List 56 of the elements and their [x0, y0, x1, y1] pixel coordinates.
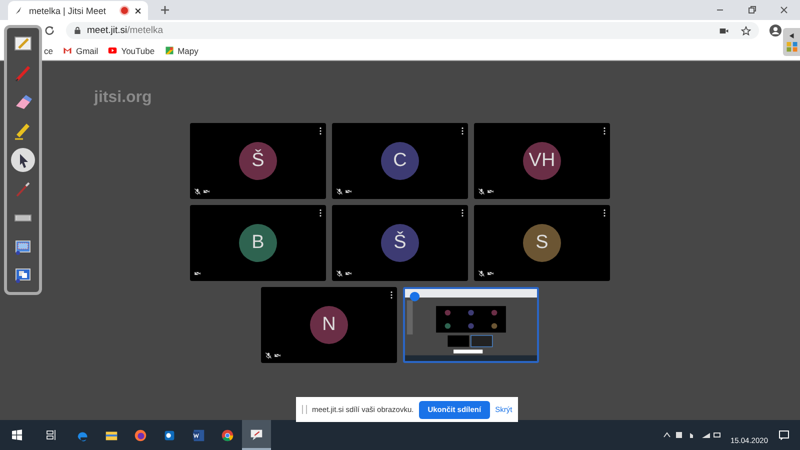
notification-icon[interactable]	[778, 429, 790, 441]
camera-off-icon	[487, 270, 494, 277]
camera-off-icon	[345, 188, 352, 195]
close-icon[interactable]	[779, 5, 789, 15]
participant-tile[interactable]: VH	[474, 123, 610, 199]
camera-icon[interactable]	[719, 26, 729, 36]
restore-icon[interactable]	[747, 5, 757, 15]
new-tab-icon[interactable]	[160, 5, 170, 15]
avatar: B	[239, 224, 277, 262]
star-icon[interactable]	[741, 26, 751, 36]
pointer-tool-icon[interactable]	[11, 148, 35, 172]
browser-tab[interactable]: metelka | Jitsi Meet	[8, 1, 148, 20]
participant-tile[interactable]: C	[332, 123, 468, 199]
more-icon[interactable]	[603, 127, 606, 135]
profile-icon[interactable]	[769, 24, 782, 37]
play-icon	[108, 46, 118, 55]
camera-off-icon	[203, 188, 210, 195]
reload-icon[interactable]	[44, 25, 55, 36]
participant-tile[interactable]: N	[261, 287, 397, 363]
address-field[interactable]: meet.jit.si/metelka	[66, 22, 759, 39]
close-icon[interactable]	[134, 6, 142, 14]
avatar: N	[310, 306, 348, 344]
tab-title: metelka | Jitsi Meet	[29, 6, 107, 16]
map-icon	[164, 46, 174, 55]
camera-off-icon	[274, 352, 281, 359]
avatar: Š	[381, 224, 419, 262]
avatar: VH	[523, 142, 561, 180]
participant-tile[interactable]: S	[474, 205, 610, 281]
mail-icon	[62, 46, 72, 55]
more-icon[interactable]	[461, 127, 464, 135]
participant-tile[interactable]: B	[190, 205, 326, 281]
bookmark-link[interactable]: YouTube	[108, 46, 155, 56]
avatar: C	[381, 142, 419, 180]
bookmark-link[interactable]: Gmail	[62, 46, 98, 56]
more-icon[interactable]	[319, 209, 322, 217]
lock-icon	[74, 26, 81, 35]
jitsi-logo: jitsi.org	[94, 89, 152, 107]
drag-handle[interactable]	[302, 405, 307, 414]
participant-tile[interactable]: Š	[332, 205, 468, 281]
tray-icons-drawing[interactable]	[662, 430, 722, 440]
bookmark-link[interactable]: Mapy	[164, 46, 198, 56]
more-icon[interactable]	[461, 209, 464, 217]
camera-off-icon	[487, 188, 494, 195]
board-app-icon[interactable]	[242, 420, 271, 450]
avatar: Š	[239, 142, 277, 180]
more-icon[interactable]	[390, 291, 393, 299]
quill-icon	[14, 6, 23, 15]
bookmark-link[interactable]: ce	[44, 46, 53, 56]
task-view-icon[interactable]	[45, 429, 57, 441]
camera-off-icon	[345, 270, 352, 277]
more-icon[interactable]	[319, 127, 322, 135]
windows-start-icon[interactable]	[11, 429, 23, 441]
avatar: S	[523, 224, 561, 262]
side-panel-icon[interactable]	[783, 28, 800, 56]
more-icon[interactable]	[603, 209, 606, 217]
participant-tile[interactable]: Š	[190, 123, 326, 199]
